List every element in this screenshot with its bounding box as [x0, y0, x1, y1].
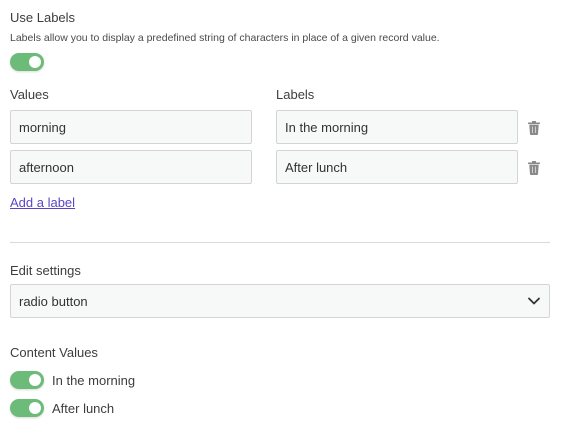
- content-values-title: Content Values: [10, 345, 98, 360]
- select-value: radio button: [19, 293, 88, 309]
- labels-column-label: Labels: [276, 87, 315, 102]
- toggle-knob: [29, 402, 41, 414]
- chevron-down-icon: [528, 297, 540, 305]
- content-value-label: In the morning: [52, 373, 136, 388]
- edit-settings-select[interactable]: radio button: [10, 284, 550, 318]
- toggle-knob: [29, 56, 41, 68]
- content-value-toggle[interactable]: [10, 371, 44, 389]
- use-labels-description: Labels allow you to display a predefined…: [10, 32, 440, 44]
- content-value-toggle[interactable]: [10, 399, 44, 417]
- value-input[interactable]: afternoon: [10, 150, 252, 184]
- use-labels-toggle[interactable]: [10, 53, 44, 71]
- edit-settings-title: Edit settings: [10, 263, 81, 278]
- content-value-label: After lunch: [52, 401, 115, 416]
- add-label-link[interactable]: Add a label: [10, 195, 75, 210]
- label-input[interactable]: In the morning: [276, 110, 518, 144]
- use-labels-title: Use Labels: [10, 10, 76, 25]
- values-column-label: Values: [10, 87, 49, 102]
- section-divider: [10, 242, 550, 243]
- value-input[interactable]: morning: [10, 110, 252, 144]
- toggle-knob: [29, 374, 41, 386]
- trash-icon[interactable]: [528, 161, 540, 175]
- label-input[interactable]: After lunch: [276, 150, 518, 184]
- trash-icon[interactable]: [528, 121, 540, 135]
